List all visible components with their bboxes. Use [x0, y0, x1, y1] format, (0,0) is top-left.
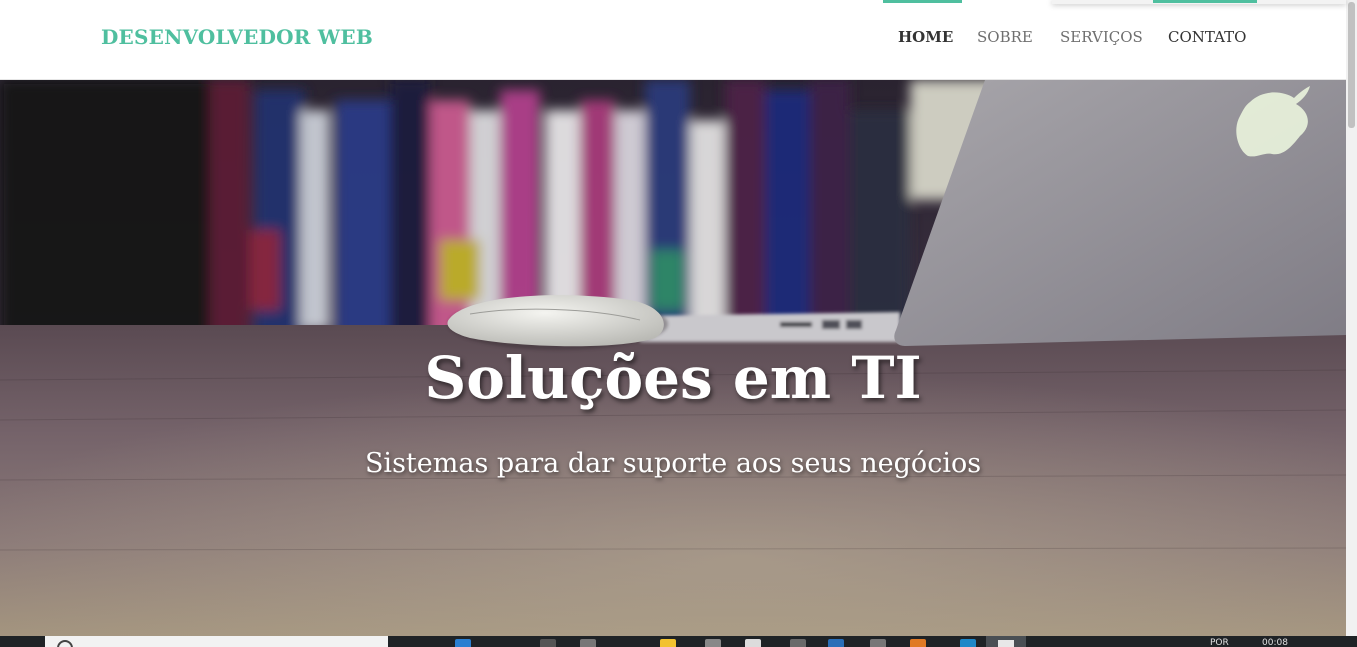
taskview-icon[interactable]	[540, 639, 556, 647]
nav-hover-indicator	[1153, 0, 1257, 3]
app-icon-2[interactable]	[790, 639, 806, 647]
scrollbar-thumb[interactable]	[1348, 2, 1355, 128]
taskbar-search-box[interactable]	[45, 636, 388, 647]
edge-icon[interactable]	[455, 639, 471, 647]
page-scrollbar[interactable]	[1346, 0, 1357, 636]
search-icon	[57, 640, 73, 647]
taskbar-clock[interactable]: 00:08	[1262, 639, 1288, 647]
notepad-icon[interactable]	[745, 639, 761, 647]
nav-home[interactable]: HOME	[898, 28, 953, 46]
vscode-icon[interactable]	[828, 639, 844, 647]
browser-window-icon	[998, 640, 1014, 647]
browser-page: DESENVOLVEDOR WEB HOME SOBRE SERVIÇOS CO…	[0, 0, 1357, 647]
app-icon-3[interactable]	[870, 639, 886, 647]
hero-subtitle: Sistemas para dar suporte aos seus negóc…	[364, 448, 982, 479]
sublime-icon[interactable]	[910, 639, 926, 647]
app-icon-4[interactable]	[960, 639, 976, 647]
os-taskbar: POR 00:08	[0, 636, 1357, 647]
navbar: DESENVOLVEDOR WEB HOME SOBRE SERVIÇOS CO…	[0, 0, 1346, 80]
app-icon[interactable]	[580, 639, 596, 647]
file-explorer-icon[interactable]	[660, 639, 676, 647]
nav-contato[interactable]: CONTATO	[1168, 28, 1246, 46]
active-window-highlight	[986, 636, 1026, 647]
nav-active-indicator	[883, 0, 962, 3]
nav-servicos[interactable]: SERVIÇOS	[1060, 28, 1143, 46]
hero-title: Soluções em TI	[424, 344, 922, 412]
nav-sobre[interactable]: SOBRE	[977, 28, 1033, 46]
hero-section: Soluções em TI Sistemas para dar suporte…	[0, 80, 1346, 636]
store-icon[interactable]	[705, 639, 721, 647]
brand-logo-link[interactable]: DESENVOLVEDOR WEB	[101, 25, 373, 49]
language-indicator[interactable]: POR	[1210, 639, 1229, 647]
